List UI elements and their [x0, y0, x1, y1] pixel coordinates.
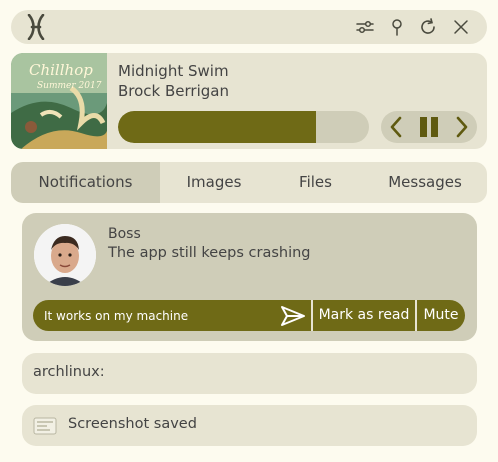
list-item[interactable]: Screenshot saved	[22, 405, 477, 446]
playback-controls	[381, 111, 477, 143]
reply-input[interactable]	[33, 300, 320, 331]
album-cover: Chillhop Summer 2017	[11, 53, 107, 149]
tab-notifications[interactable]: Notifications	[11, 162, 160, 203]
tab-bar: Notifications Images Files Messages	[11, 162, 487, 203]
notification-body: The app still keeps crashing	[108, 245, 311, 261]
avatar	[34, 224, 96, 286]
tab-messages[interactable]: Messages	[363, 162, 487, 203]
cover-text-2: Summer 2017	[37, 81, 102, 91]
sliders-icon[interactable]	[355, 17, 375, 37]
tab-files[interactable]: Files	[268, 162, 363, 203]
mute-button[interactable]: Mute	[417, 300, 465, 331]
card-text: archlinux:	[33, 364, 105, 380]
progress-fill	[118, 111, 317, 143]
song-title: Midnight Swim	[118, 62, 229, 80]
arch-x-logo-icon[interactable]	[27, 13, 45, 41]
top-bar	[11, 10, 487, 44]
song-artist: Brock Berrigan	[118, 82, 229, 100]
cover-text-1: Chillhop	[29, 61, 93, 79]
card-text: Screenshot saved	[68, 416, 197, 432]
notification-actions: Mark as read Mute	[33, 300, 465, 331]
list-item[interactable]: archlinux:	[22, 353, 477, 394]
screenshot-thumbnail-icon	[33, 417, 57, 435]
tab-images[interactable]: Images	[160, 162, 268, 203]
media-player: Chillhop Summer 2017 Midnight Swim Brock…	[11, 53, 487, 149]
pause-icon[interactable]	[417, 115, 441, 139]
send-icon[interactable]	[280, 304, 306, 328]
next-icon[interactable]	[449, 115, 473, 139]
pin-icon[interactable]	[387, 17, 407, 37]
notification-sender: Boss	[108, 226, 141, 242]
close-icon[interactable]	[451, 17, 471, 37]
progress-bar[interactable]	[118, 111, 369, 143]
previous-icon[interactable]	[385, 115, 409, 139]
notification-card: Boss The app still keeps crashing Mark a…	[22, 213, 477, 341]
mark-as-read-button[interactable]: Mark as read	[313, 300, 415, 331]
refresh-icon[interactable]	[418, 17, 438, 37]
